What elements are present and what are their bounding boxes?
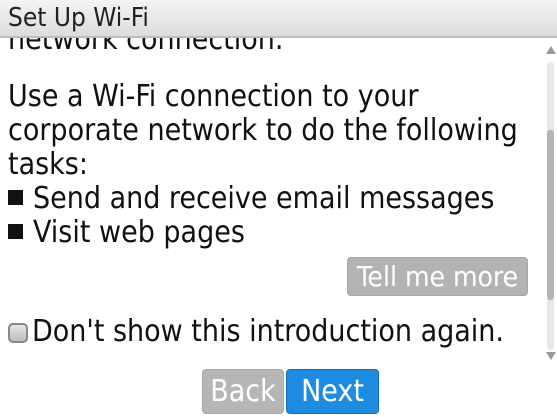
checkbox[interactable]: [8, 323, 28, 343]
next-button[interactable]: Next: [286, 369, 379, 414]
dont-show-again-option[interactable]: Don't show this introduction again.: [8, 314, 504, 350]
bullet-text: Visit web pages: [33, 215, 245, 250]
tell-me-more-button[interactable]: Tell me more: [347, 257, 528, 296]
content-area: network connection. Use a Wi-Fi connecti…: [0, 38, 530, 363]
intro-paragraph: Use a Wi-Fi connection to your corporate…: [8, 79, 518, 182]
checkbox-label: Don't show this introduction again.: [32, 314, 504, 349]
window-title: Set Up Wi-Fi: [8, 3, 149, 33]
bullet-item: Visit web pages: [8, 216, 245, 250]
bullet-icon: [8, 224, 23, 239]
scroll-down-arrow-icon[interactable]: [546, 352, 556, 360]
bullet-icon: [8, 190, 23, 205]
back-button[interactable]: Back: [202, 369, 284, 414]
scroll-thumb[interactable]: [547, 130, 554, 300]
bullet-text: Send and receive email messages: [33, 181, 495, 216]
scroll-up-arrow-icon[interactable]: [546, 46, 556, 54]
title-bar: Set Up Wi-Fi: [0, 0, 557, 38]
partial-text-line: network connection.: [8, 38, 284, 57]
bullet-item: Send and receive email messages: [8, 182, 494, 216]
scrollbar[interactable]: [544, 40, 557, 365]
